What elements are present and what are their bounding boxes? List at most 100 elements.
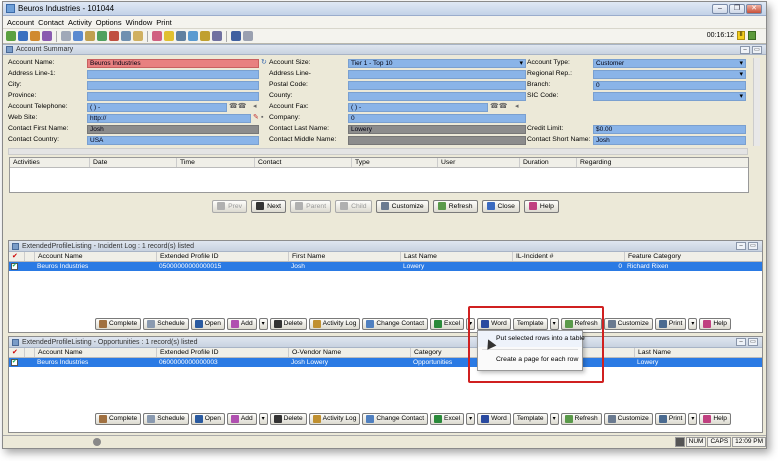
pie-icon[interactable] [152,31,162,41]
delete-button[interactable]: Delete [269,317,307,330]
folder-icon[interactable] [6,31,16,41]
schedule-button[interactable]: Schedule [143,317,189,330]
edit-icon[interactable] [121,31,131,41]
prev-button[interactable]: Prev [212,199,248,213]
middle-name-field[interactable] [348,136,526,145]
col-contact[interactable]: Contact [255,158,352,167]
minimize-button[interactable]: – [712,3,728,14]
short-name-field[interactable]: Josh [593,136,746,145]
sic-code-select[interactable] [593,92,746,101]
fax-icon[interactable]: ☎☎ [490,102,507,111]
complete-button[interactable]: Complete [95,317,142,330]
template-dropdown[interactable]: ▾ [549,412,559,425]
customize-button[interactable]: Customize [375,199,429,213]
last-name-field[interactable]: Lowery [348,125,526,134]
parent-button[interactable]: Parent [290,199,332,213]
add-dropdown[interactable]: ▾ [258,412,268,425]
col-last-name[interactable]: Last Name [401,252,513,261]
col-activities[interactable]: Activities [10,158,90,167]
opp-restore-button[interactable]: ▭ [748,338,758,346]
complete-button[interactable]: Complete [95,412,142,425]
print-dropdown[interactable]: ▾ [688,317,698,330]
col-vendor-name[interactable]: O-Vendor Name [289,348,411,357]
mail-icon[interactable] [188,31,198,41]
customize-list-button[interactable]: Customize [603,317,653,330]
hourglass-icon[interactable] [61,31,71,41]
speaker-icon[interactable]: ◂ [253,102,257,111]
excel-dropdown[interactable]: ▾ [466,317,476,330]
help-button[interactable]: Help [523,199,559,213]
delete-button[interactable]: Delete [269,412,307,425]
open-button[interactable]: Open [190,412,225,425]
address1-field[interactable] [87,70,259,79]
word-button[interactable]: Word [477,412,511,425]
account-name-field[interactable]: Beuros Industries [87,59,259,68]
panel-minimize-button[interactable]: – [740,46,750,54]
regional-rep-select[interactable] [593,70,746,79]
refresh-icon[interactable]: ↻ [261,58,267,67]
menu-window[interactable]: Window [126,18,153,27]
check-col[interactable]: ✔ [9,252,25,261]
telephone-field[interactable]: ( ) - [87,103,227,112]
printer-icon[interactable] [176,31,186,41]
activity-log-button[interactable]: Activity Log [308,317,361,330]
table-row[interactable]: ✔ Beuros Industries 05000000000000015 Jo… [9,262,762,271]
city-field[interactable] [87,81,259,90]
credit-limit-field[interactable]: $0.00 [593,125,746,134]
country-field[interactable]: USA [87,136,259,145]
county-field[interactable] [348,92,526,101]
first-name-field[interactable]: Josh [87,125,259,134]
opp-minimize-button[interactable]: – [736,338,746,346]
website-field[interactable]: http:// [87,114,251,123]
col-account-name[interactable]: Account Name [35,252,157,261]
account-type-select[interactable]: Customer [593,59,746,68]
activity-log-button[interactable]: Activity Log [308,412,361,425]
web-link-icon[interactable]: ✎ [253,113,259,122]
row-checkbox[interactable]: ✔ [11,359,18,366]
template-dropdown[interactable]: ▾ [549,317,559,330]
col-time[interactable]: Time [177,158,255,167]
col-last-name[interactable]: Last Name [635,348,755,357]
add-button[interactable]: Add [226,317,257,330]
screen-icon[interactable] [231,31,241,41]
table-row[interactable]: ✔ Beuros Industries 0600000000000003 Jos… [9,358,762,367]
incident-restore-button[interactable]: ▭ [748,242,758,250]
incident-minimize-button[interactable]: – [736,242,746,250]
window-icon[interactable] [243,31,253,41]
branch-field[interactable]: 0 [593,81,746,90]
menu-contact[interactable]: Contact [38,18,64,27]
account-size-select[interactable]: Tier 1 - Top 10 [348,59,526,68]
province-field[interactable] [87,92,259,101]
menu-account[interactable]: Account [7,18,34,27]
refresh-list-button[interactable]: Refresh [560,412,602,425]
menu-activity[interactable]: Activity [68,18,92,27]
summary-scrollbar[interactable] [753,58,760,146]
print-button[interactable]: Print [654,412,687,425]
print-button[interactable]: Print [654,317,687,330]
col-user[interactable]: User [438,158,520,167]
calendar-icon[interactable] [97,31,107,41]
col-feature-category[interactable]: Feature Category [625,252,755,261]
open-button[interactable]: Open [190,317,225,330]
col-date[interactable]: Date [90,158,177,167]
coin-icon[interactable] [164,31,174,41]
col-regarding[interactable]: Regarding [577,158,747,167]
close-window-button[interactable]: ✕ [746,3,762,14]
word-button[interactable]: Word [477,317,511,330]
note-icon[interactable] [73,31,83,41]
report-icon[interactable] [109,31,119,41]
change-contact-button[interactable]: Change Contact [362,412,429,425]
excel-dropdown[interactable]: ▾ [466,412,476,425]
schedule-button[interactable]: Schedule [143,412,189,425]
row-checkbox[interactable]: ✔ [11,263,18,270]
phone-icon[interactable]: ☎☎ [229,102,246,111]
col-account-name[interactable]: Account Name [35,348,157,357]
col-duration[interactable]: Duration [520,158,577,167]
address-line-field[interactable] [348,70,526,79]
book-icon[interactable] [133,31,143,41]
menu-options[interactable]: Options [96,18,122,27]
template-button[interactable]: Template [512,317,548,330]
col-first-name[interactable]: First Name [289,252,401,261]
child-button[interactable]: Child [335,199,372,213]
postal-code-field[interactable] [348,81,526,90]
